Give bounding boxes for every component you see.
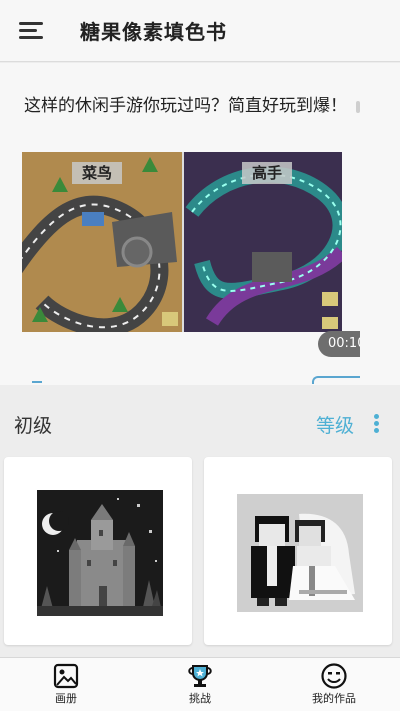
pixel-castle-night-icon	[37, 490, 163, 616]
ad-video-timer: 00:10	[318, 331, 360, 357]
nav-label-challenge: 挑战	[189, 692, 211, 705]
level-section-header: 初级 等级	[0, 400, 400, 448]
ad-video[interactable]: 菜鸟 高手	[22, 152, 342, 332]
ad-button-edge[interactable]	[312, 376, 360, 384]
pixel-wedding-couple-icon	[237, 494, 363, 612]
more-options-icon[interactable]	[374, 414, 380, 434]
ad-card[interactable]: 这样的休闲手游你玩过吗？简直好玩到爆！ 菜鸟 高手 00:1	[0, 63, 400, 385]
app-title: 糖果像素填色书	[80, 20, 227, 44]
nav-item-challenge[interactable]: 挑战	[172, 658, 228, 711]
ad-progress-start	[32, 381, 42, 383]
ad-text: 这样的休闲手游你玩过吗？简直好玩到爆！	[24, 96, 347, 116]
nav-label-my-works: 我的作品	[312, 692, 356, 705]
bottom-nav: 画册 挑战 我的作品	[0, 657, 400, 711]
album-icon	[53, 663, 79, 689]
ad-label-novice: 菜鸟	[72, 162, 123, 184]
ad-label-expert: 高手	[242, 162, 293, 184]
gallery-card-couple[interactable]	[204, 457, 392, 645]
nav-item-my-works[interactable]: 我的作品	[302, 658, 366, 711]
app-bar: 糖果像素填色书	[0, 0, 400, 62]
nav-item-album[interactable]: 画册	[40, 658, 92, 711]
menu-button[interactable]	[0, 0, 62, 62]
gallery-card-castle[interactable]	[4, 457, 192, 645]
nav-label-album: 画册	[55, 692, 77, 705]
smiley-icon	[321, 663, 347, 689]
section-title: 初级	[14, 414, 53, 437]
trophy-icon	[188, 665, 212, 687]
level-button[interactable]: 等级	[316, 411, 354, 438]
ad-video-frame	[22, 152, 342, 332]
hamburger-icon	[19, 18, 43, 43]
ad-close-handle[interactable]	[356, 101, 360, 113]
